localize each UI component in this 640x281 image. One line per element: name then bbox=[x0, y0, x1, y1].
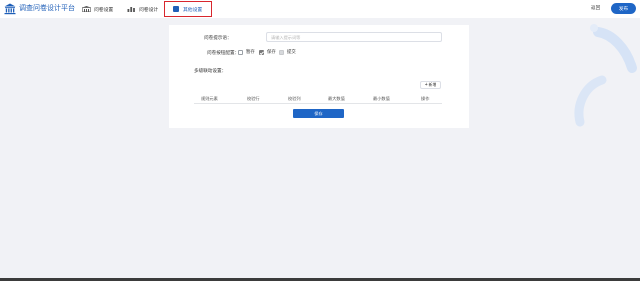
institution-logo-icon bbox=[4, 3, 16, 15]
rules-table-header: 规则元素 校验行 校验列 最大数值 最小数值 操作 bbox=[194, 94, 442, 104]
add-rule-button[interactable]: + 新增 bbox=[420, 81, 441, 89]
plus-icon: + bbox=[424, 81, 428, 88]
publish-button[interactable]: 发布 bbox=[611, 3, 636, 14]
table-header-cell: 规则元素 bbox=[201, 96, 218, 101]
table-header-cell: 校验行 bbox=[247, 96, 260, 101]
building-icon bbox=[82, 6, 91, 12]
checkbox-submit-label: 提交 bbox=[287, 49, 296, 54]
table-header-cell: 校验列 bbox=[288, 96, 301, 101]
checkbox-save-label: 保存 bbox=[267, 49, 276, 54]
table-header-cell: 最小数值 bbox=[373, 96, 390, 101]
tab-questionnaire-settings-label: 问卷设置 bbox=[94, 7, 114, 13]
settings-card: 问卷提示语： 问卷按钮配置： 暂存 保存 提交 多级联动设置： + 新增 规则元… bbox=[169, 25, 469, 128]
prompt-input[interactable] bbox=[266, 32, 442, 42]
tab-other-settings[interactable]: 其他设置 bbox=[173, 4, 202, 14]
checkbox-box-disabled[interactable] bbox=[279, 49, 284, 55]
checkbox-box[interactable] bbox=[238, 49, 243, 55]
add-rule-label: 新增 bbox=[428, 82, 437, 87]
multi-level-section-label: 多级联动设置： bbox=[194, 68, 227, 73]
button-config-label: 问卷按钮配置： bbox=[207, 50, 240, 55]
back-button[interactable]: 返回 bbox=[591, 5, 600, 11]
background-decoration-icon bbox=[574, 24, 637, 127]
app-title: 调查问卷设计平台 bbox=[19, 5, 75, 12]
checkbox-box-checked[interactable] bbox=[259, 49, 264, 55]
tab-questionnaire-design[interactable]: 问卷设计 bbox=[127, 4, 158, 14]
table-header-cell: 最大数值 bbox=[328, 96, 345, 101]
checkbox-temp-save-label: 暂存 bbox=[246, 49, 255, 54]
tab-questionnaire-settings[interactable]: 问卷设置 bbox=[82, 4, 113, 14]
checkbox-temp-save[interactable]: 暂存 bbox=[238, 49, 255, 55]
tab-questionnaire-design-label: 问卷设计 bbox=[139, 7, 159, 13]
tab-other-settings-label: 其他设置 bbox=[183, 7, 203, 13]
table-header-cell: 操作 bbox=[421, 96, 430, 101]
settings-square-icon bbox=[173, 6, 179, 12]
checkbox-save[interactable]: 保存 bbox=[259, 49, 276, 55]
prompt-label: 问卷提示语： bbox=[204, 35, 232, 40]
chart-icon bbox=[127, 7, 135, 12]
checkbox-submit[interactable]: 提交 bbox=[279, 49, 296, 55]
save-button[interactable]: 保存 bbox=[293, 109, 344, 118]
